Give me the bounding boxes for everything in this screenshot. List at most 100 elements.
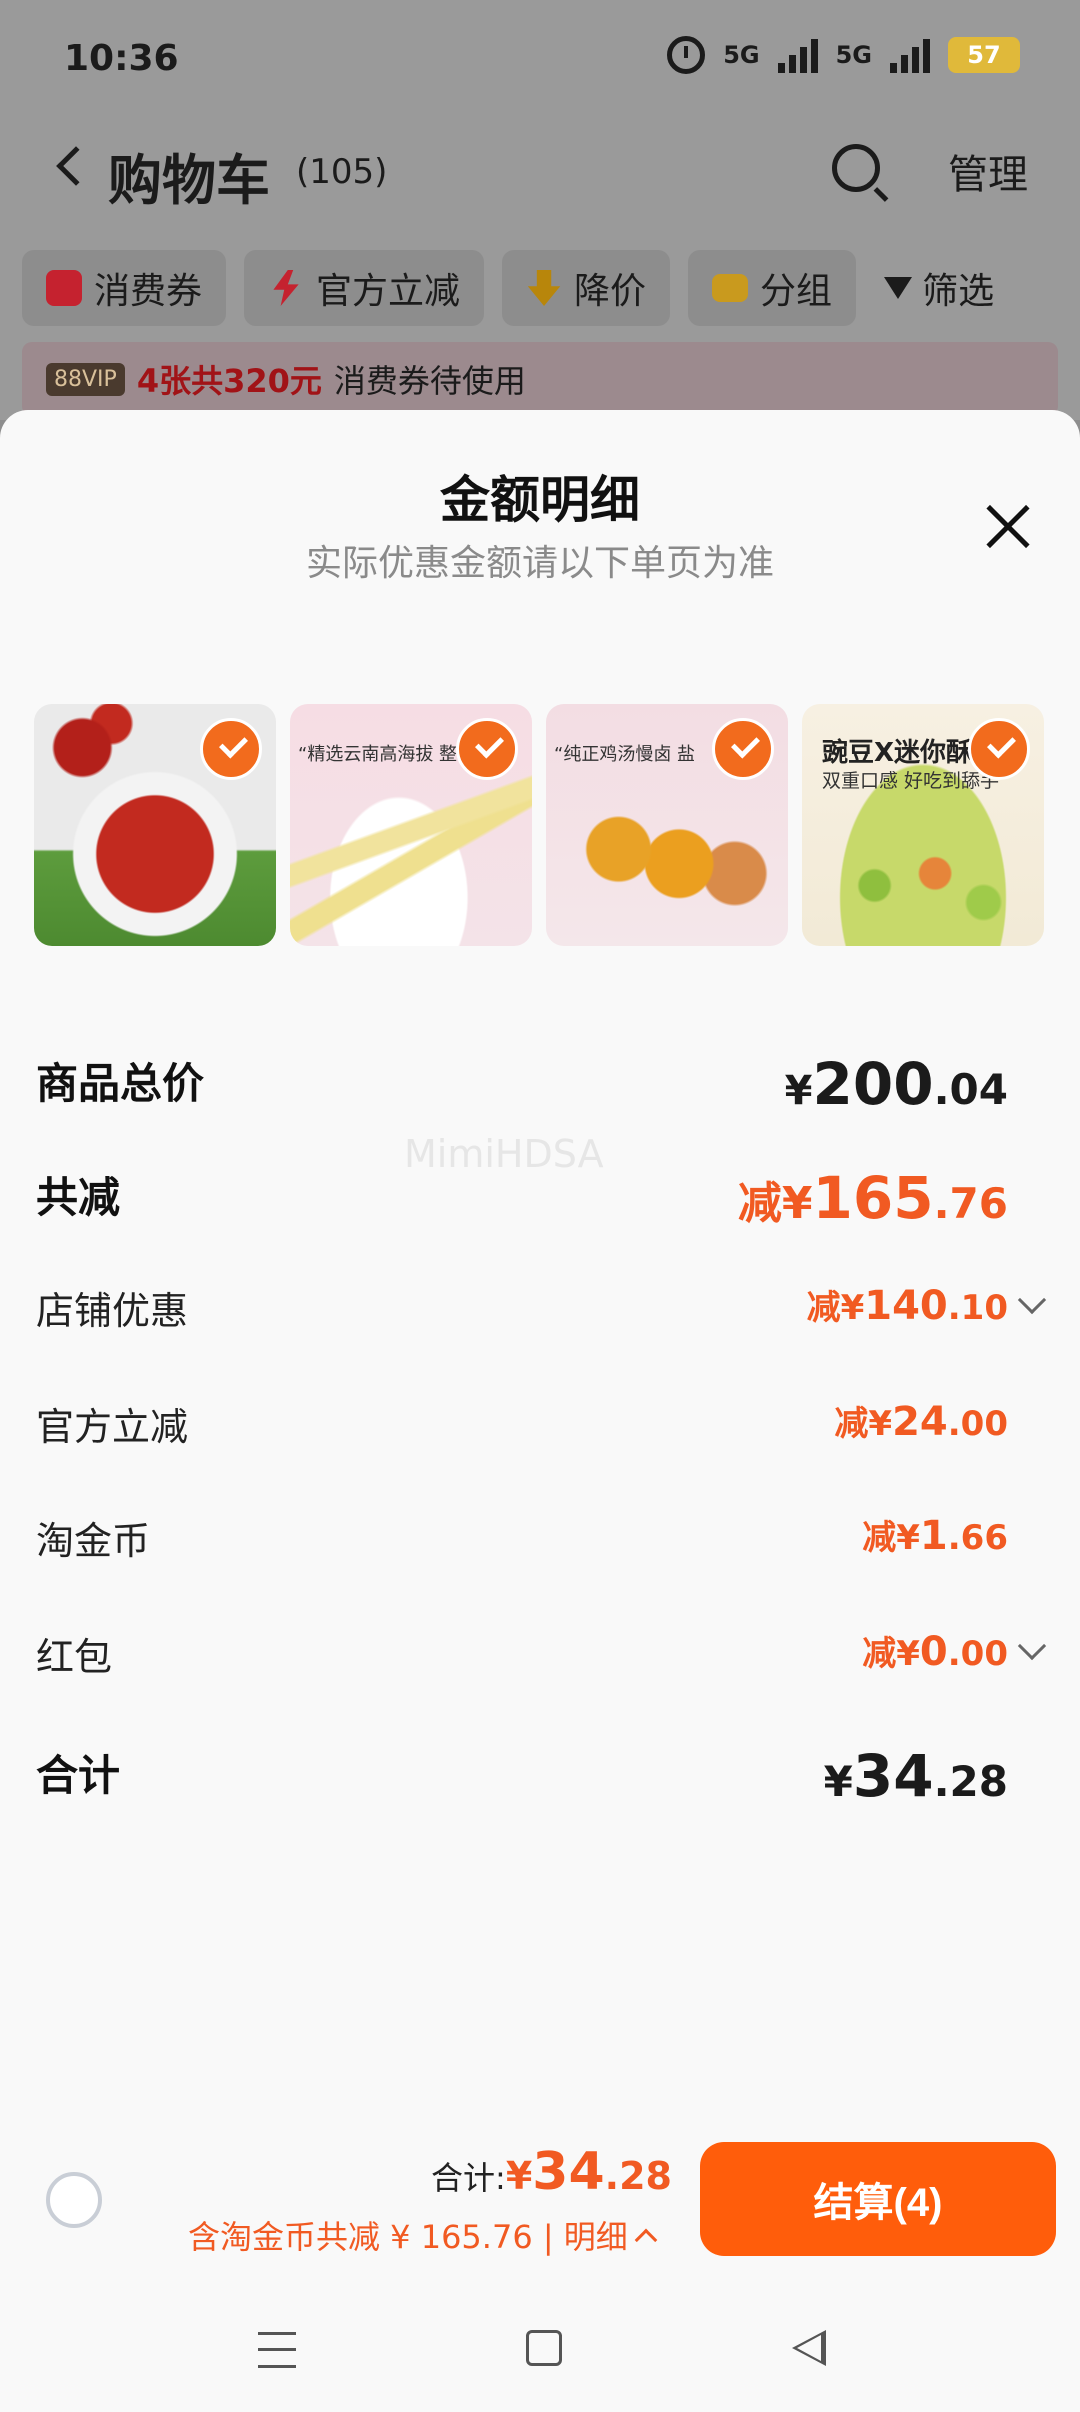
chevron-up-icon [634, 2228, 658, 2252]
discount-detail-link[interactable]: 含淘金币共减 ¥ 165.76 | 明细 [188, 2212, 658, 2258]
currency-symbol: 减¥ [862, 1518, 920, 1558]
amount-integer: 1 [919, 1513, 948, 1559]
row-label: 红包 [36, 1635, 113, 1679]
row-value: ¥34.28 [824, 1742, 1008, 1810]
currency-symbol: 减¥ [737, 1178, 813, 1229]
row-label: 商品总价 [36, 1059, 205, 1108]
product-thumb-1[interactable] [34, 704, 276, 946]
row-official-discount: 官方立减 减¥24.00 [36, 1396, 1044, 1456]
coupon-icon [46, 270, 82, 306]
row-value: ¥200.04 [785, 1050, 1008, 1118]
row-value: 减¥1.66 [862, 1510, 1008, 1559]
product-thumb-title: 豌豆X迷你酥 [822, 738, 973, 768]
sheet-title: 金额明细 [440, 471, 640, 529]
signal-icon-2 [890, 37, 930, 73]
status-bar: 10:36 5G 5G 57 [0, 0, 1080, 120]
filter-chip-coupon[interactable]: 消费券 [22, 250, 227, 326]
status-icons: 5G 5G 57 [667, 36, 1020, 74]
manage-button[interactable]: 管理 [948, 142, 1028, 200]
amount-decimal: .76 [933, 1179, 1008, 1228]
product-thumb-4[interactable]: 豌豆X迷你酥 双重口感 好吃到舔手 [802, 704, 1044, 946]
cart-count: (105) [296, 152, 388, 192]
amount-integer: 34 [852, 1742, 934, 1810]
checkout-bar: 合计:¥34.28 含淘金币共减 ¥ 165.76 | 明细 结算(4) [0, 2132, 1080, 2282]
row-label: 店铺优惠 [36, 1289, 189, 1333]
currency-symbol: 减¥ [834, 1404, 893, 1444]
price-drop-icon [527, 270, 561, 306]
row-value: 减¥0.00 [862, 1626, 1008, 1675]
product-thumb-caption: “纯正鸡汤慢卤 盐 [554, 744, 696, 765]
amount-decimal: .10 [947, 1288, 1008, 1328]
currency-symbol: ¥ [823, 1757, 853, 1806]
checkout-button[interactable]: 结算(4) [700, 2142, 1056, 2256]
close-icon[interactable] [980, 498, 1036, 554]
system-nav-bar [0, 2290, 1080, 2412]
network-label-2: 5G [835, 41, 872, 69]
row-value: 减¥140.10 [807, 1280, 1008, 1329]
search-icon[interactable] [832, 144, 880, 192]
checked-icon[interactable] [712, 718, 774, 780]
signal-icon [777, 37, 818, 73]
amount-decimal: .04 [933, 1065, 1008, 1114]
row-subtotal: 商品总价 ¥200.04 [36, 1050, 1044, 1118]
back-triangle-icon[interactable] [792, 2330, 826, 2366]
nav-bar: 购物车 (105) 管理 [0, 120, 1080, 220]
back-icon[interactable] [56, 146, 96, 186]
vip-badge: 88VIP [46, 362, 125, 396]
total-label: 合计: [431, 2159, 506, 2197]
checked-icon[interactable] [456, 718, 518, 780]
filter-chip-official-discount[interactable]: 官方立减 [244, 250, 485, 326]
checked-icon[interactable] [200, 718, 262, 780]
checkout-total: 合计:¥34.28 [431, 2142, 672, 2202]
row-value: 减¥165.76 [738, 1164, 1008, 1232]
vip-text: 消费券待使用 [333, 362, 526, 400]
battery-icon: 57 [948, 37, 1020, 73]
row-total-discount: 共减 减¥165.76 [36, 1164, 1044, 1232]
amount-decimal: .28 [933, 1757, 1008, 1806]
menu-icon[interactable] [258, 2332, 296, 2368]
discount-detail-text: 含淘金币共减 ¥ 165.76 | 明细 [188, 2218, 628, 2256]
filter-chip-label: 降价 [574, 271, 647, 312]
product-thumb-3[interactable]: “纯正鸡汤慢卤 盐 [546, 704, 788, 946]
amount-detail-sheet: 金额明细 实际优惠金额请以下单页为准 “精选云南高海拔 整 “纯正鸡汤慢卤 盐 … [0, 410, 1080, 2412]
total-decimal: .28 [604, 2154, 672, 2198]
status-time: 10:36 [64, 38, 179, 79]
filter-chip-price-drop[interactable]: 降价 [502, 250, 671, 326]
filter-chip-label: 官方立减 [316, 271, 461, 312]
amount-integer: 200 [812, 1050, 934, 1118]
product-thumb-2[interactable]: “精选云南高海拔 整 [290, 704, 532, 946]
lightning-icon [273, 270, 299, 306]
select-all-checkbox[interactable] [46, 2172, 102, 2228]
filter-chip-group[interactable]: 分组 [688, 250, 857, 326]
row-red-packet[interactable]: 红包 减¥0.00 [36, 1626, 1047, 1686]
sheet-subtitle: 实际优惠金额请以下单页为准 [305, 543, 774, 584]
vip-coupon-banner[interactable]: 88VIP 4张共320元 消费券待使用 [22, 342, 1058, 416]
network-label-1: 5G [723, 41, 760, 69]
currency-symbol: 减¥ [862, 1634, 920, 1674]
page-title: 购物车 [108, 149, 270, 212]
currency-symbol: 减¥ [806, 1288, 865, 1328]
currency-symbol: ¥ [505, 2154, 533, 2198]
product-thumb-subtitle: 双重口感 好吃到舔手 [822, 770, 1000, 792]
row-label: 合计 [36, 1751, 121, 1800]
currency-symbol: ¥ [784, 1068, 813, 1114]
filter-chip-label: 消费券 [94, 271, 203, 312]
filter-button[interactable]: 筛选 [874, 250, 994, 326]
chevron-down-icon[interactable] [1017, 1285, 1047, 1315]
row-store-discount[interactable]: 店铺优惠 减¥140.10 [36, 1280, 1047, 1340]
filter-row: 消费券 官方立减 降价 分组 筛选 [22, 250, 994, 326]
chevron-down-icon[interactable] [1017, 1631, 1047, 1661]
amount-integer: 140 [864, 1283, 948, 1329]
funnel-icon [884, 277, 913, 299]
row-taojinbi: 淘金币 减¥1.66 [36, 1510, 1044, 1570]
home-icon[interactable] [526, 2330, 562, 2366]
vip-highlight: 4张共320元 [136, 362, 322, 400]
row-label: 官方立减 [36, 1405, 189, 1449]
filter-button-label: 筛选 [922, 271, 995, 312]
folder-icon [712, 274, 749, 302]
row-grand-total: 合计 ¥34.28 [36, 1742, 1044, 1810]
product-thumb-caption: “精选云南高海拔 整 [298, 744, 458, 765]
alarm-icon [667, 36, 706, 74]
amount-decimal: .66 [947, 1518, 1008, 1558]
checked-icon[interactable] [968, 718, 1030, 780]
